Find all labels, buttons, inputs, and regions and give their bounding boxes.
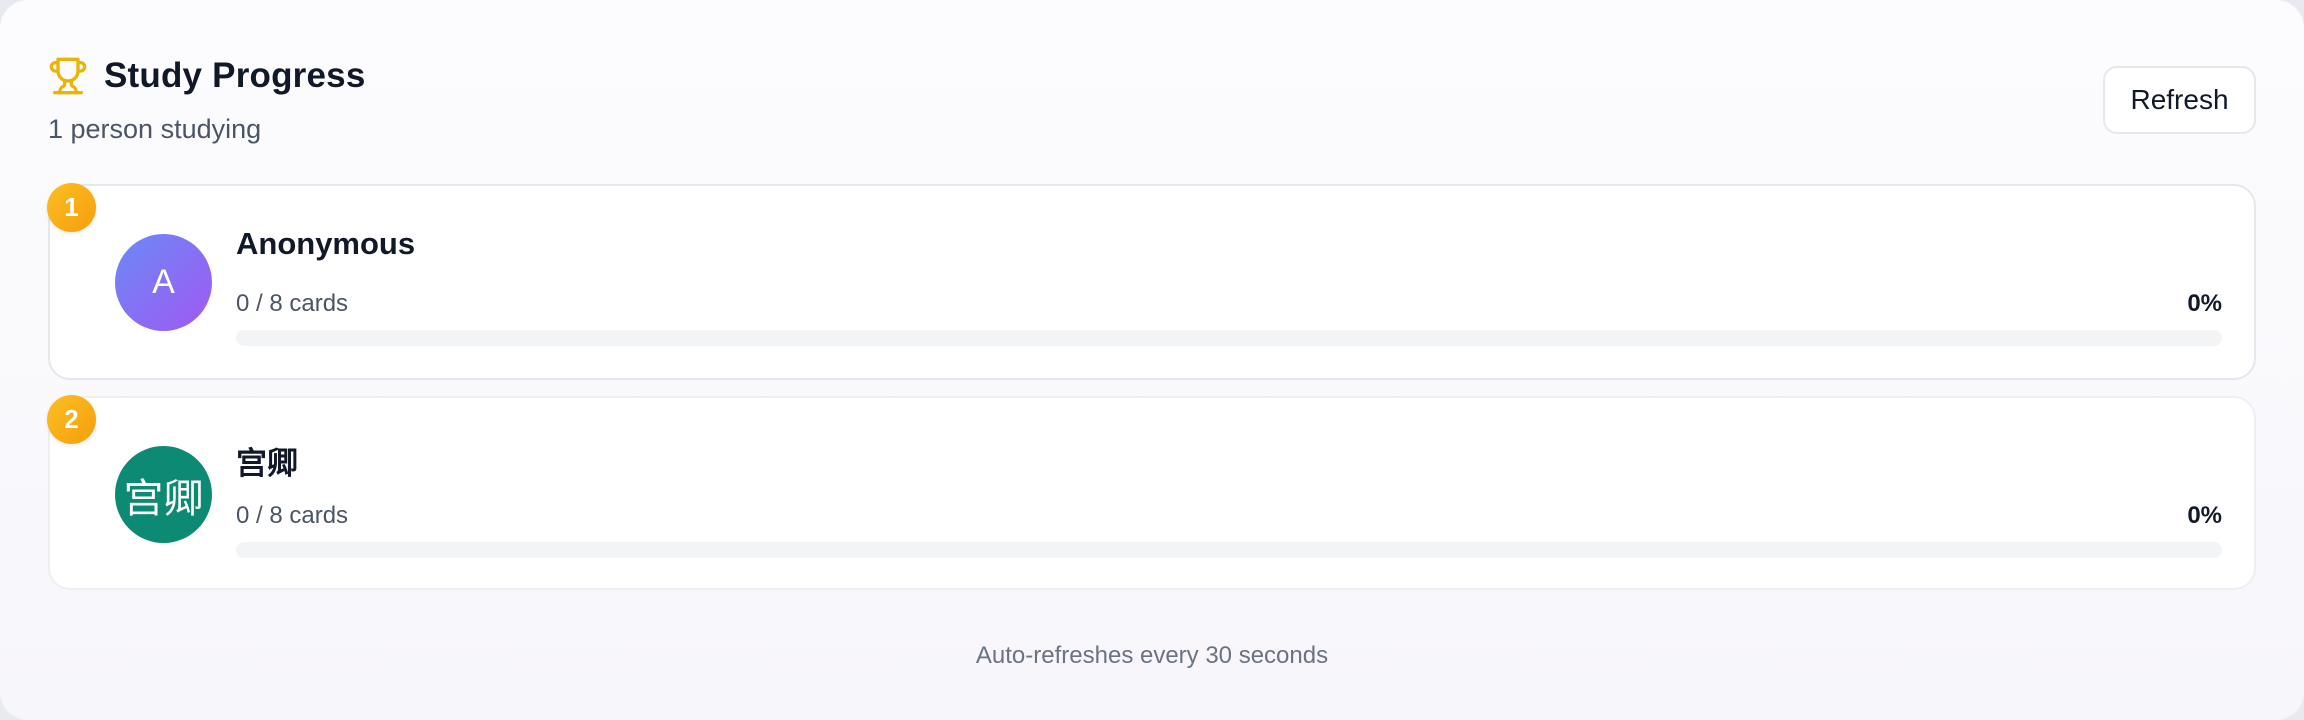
progress-percent: 0% (2187, 502, 2222, 529)
avatar: 宫卿 (115, 446, 212, 543)
progress-bar (236, 330, 2222, 346)
participant-info: Anonymous 0 / 8 cards 0% (236, 226, 2222, 346)
refresh-button[interactable]: Refresh (2103, 66, 2256, 134)
studying-count: 1 person studying (48, 114, 262, 144)
participant-list: 1 A Anonymous 0 / 8 cards 0% 2 宫卿 宫卿 0 /… (47, 183, 2256, 606)
progress-meta: 0 / 8 cards 0% (236, 288, 2222, 320)
cards-count: 0 / 8 cards (236, 290, 349, 317)
participant-name: 宫卿 (236, 446, 298, 481)
rank-badge: 2 (47, 395, 96, 444)
participant-name: Anonymous (236, 226, 416, 261)
progress-bar (236, 542, 2222, 558)
rank-badge: 1 (47, 183, 96, 232)
title-row: Study Progress (48, 52, 366, 100)
participant-card: 2 宫卿 宫卿 0 / 8 cards 0% (47, 395, 2256, 590)
avatar: A (115, 234, 212, 331)
participant-info: 宫卿 0 / 8 cards 0% (236, 438, 2222, 558)
trophy-icon (48, 56, 88, 96)
page-title: Study Progress (104, 56, 366, 95)
panel-header: Study Progress 1 person studying (48, 52, 366, 145)
progress-percent: 0% (2187, 290, 2222, 317)
study-progress-panel: Study Progress 1 person studying Refresh… (0, 0, 2304, 720)
participant-card: 1 A Anonymous 0 / 8 cards 0% (47, 183, 2256, 380)
progress-meta: 0 / 8 cards 0% (236, 500, 2222, 532)
auto-refresh-note: Auto-refreshes every 30 seconds (975, 642, 1329, 669)
cards-count: 0 / 8 cards (236, 502, 349, 529)
